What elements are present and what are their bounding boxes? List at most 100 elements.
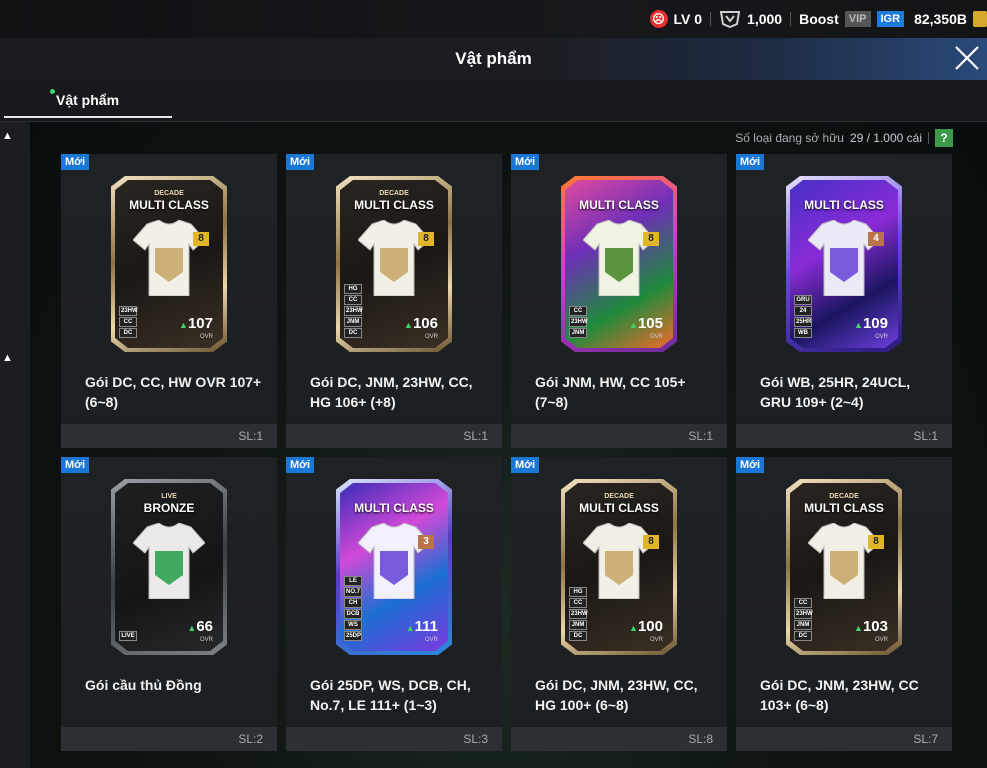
close-icon[interactable] xyxy=(951,42,983,74)
card-title: BRONZE xyxy=(143,501,195,515)
tab-active-indicator xyxy=(4,116,172,118)
new-badge: Mới xyxy=(286,154,315,170)
class-tag: GRU xyxy=(794,295,812,305)
ovr-value: ▲106 xyxy=(404,315,438,332)
pack-card: DECADE MULTI CLASS 8 CC 23HW JNM DC ▲103 OV… xyxy=(786,479,902,655)
pack-card: MULTI CLASS 3 LE NO.7 CH DCB WS 25DP ▲111 OVR xyxy=(336,479,452,655)
owned-counter: Số loại đang sở hữu 29 / 1.000 cái ? xyxy=(735,129,953,147)
class-tags: 23HW CC DC xyxy=(119,306,138,338)
item-name: Gói DC, JNM, 23HW, CC, HG 106+ (+8) xyxy=(310,374,473,410)
new-badge: Mới xyxy=(286,457,315,473)
class-tag: DC xyxy=(344,328,362,338)
pack-card-image: DECADE MULTI CLASS 8 HG CC 23HW JNM DC ▲100 … xyxy=(561,479,677,655)
owned-label: Số loại đang sở hữu xyxy=(735,131,844,145)
pack-card-image: DECADE MULTI CLASS 8 CC 23HW JNM DC ▲103 OV… xyxy=(786,479,902,655)
class-tag: DC xyxy=(569,631,587,641)
quantity-text: SL:1 xyxy=(913,429,938,443)
class-tag: 23HW xyxy=(569,609,588,619)
help-button[interactable]: ? xyxy=(935,129,953,147)
ovr-number: 100 xyxy=(637,618,663,635)
tab-items[interactable]: Vật phẩm xyxy=(4,80,172,118)
item-card[interactable]: Mới DECADE MULTI CLASS 8 CC 23HW JNM DC ▲10… xyxy=(736,457,952,751)
grade-badge xyxy=(193,535,209,549)
card-title: MULTI CLASS xyxy=(354,198,434,212)
item-card[interactable]: Mới DECADE MULTI CLASS 8 HG CC 23HW JNM DC ▲… xyxy=(286,154,502,448)
level-text: LV 0 xyxy=(673,11,703,27)
up-arrow-icon: ▲ xyxy=(854,623,863,633)
tab-label: Vật phẩm xyxy=(56,92,120,108)
item-card[interactable]: Mới DECADE MULTI CLASS 8 HG CC 23HW JNM DC ▲… xyxy=(511,457,727,751)
owned-count: 29 / 1.000 cái xyxy=(849,131,922,145)
quantity-text: SL:3 xyxy=(463,732,488,746)
item-card[interactable]: Mới MULTI CLASS 3 LE NO.7 CH DCB WS 25DP ▲111… xyxy=(286,457,502,751)
ovr-value: ▲111 xyxy=(406,618,438,635)
scroll-up-icon[interactable]: ▲ xyxy=(0,130,30,150)
item-card[interactable]: Mới DECADE MULTI CLASS 8 23HW CC DC ▲107 O… xyxy=(61,154,277,448)
card-subtitle: DECADE xyxy=(829,493,859,500)
grade-badge: 8 xyxy=(868,535,884,549)
item-name: Gói cầu thủ Đồng xyxy=(85,677,202,693)
quantity-bar: SL:1 xyxy=(511,424,727,448)
quantity-bar: SL:1 xyxy=(736,424,952,448)
card-title: MULTI CLASS xyxy=(804,198,884,212)
class-tag: WB xyxy=(794,328,812,338)
boost-label[interactable]: Boost xyxy=(799,11,839,27)
grade-badge: 8 xyxy=(643,232,659,246)
item-card[interactable]: Mới MULTI CLASS 8 CC 23HW JNM ▲105 OVR Gói… xyxy=(511,154,727,448)
item-card[interactable]: Mới LIVE BRONZE LIVE ▲66 OVR Gói cầu thủ… xyxy=(61,457,277,751)
new-badge: Mới xyxy=(511,457,540,473)
class-tag: NO.7 xyxy=(344,587,362,597)
class-tag: LE xyxy=(344,576,362,586)
class-tag: 25HR xyxy=(794,317,812,327)
rank-shield-icon xyxy=(719,11,741,28)
class-tag: DC xyxy=(119,328,137,338)
class-tag: 23HW xyxy=(569,317,588,327)
class-tag: CH xyxy=(344,598,362,608)
ovr-value: ▲107 xyxy=(179,315,213,332)
ovr-label: OVR xyxy=(874,637,888,643)
grade-badge: 8 xyxy=(643,535,659,549)
ovr-number: 109 xyxy=(862,315,888,332)
class-tags: CC 23HW JNM DC xyxy=(794,598,813,641)
class-tag: 23HW xyxy=(794,609,813,619)
class-tags: LIVE xyxy=(119,631,137,641)
quantity-text: SL:1 xyxy=(463,429,488,443)
quantity-text: SL:1 xyxy=(238,429,263,443)
ovr-label: OVR xyxy=(424,334,438,340)
pack-card: DECADE MULTI CLASS 8 23HW CC DC ▲107 OVR xyxy=(111,176,227,352)
class-tag: WS xyxy=(344,620,362,630)
ovr-label: OVR xyxy=(649,334,663,340)
class-tag: JNM xyxy=(569,328,587,338)
class-tag: CC xyxy=(569,598,587,608)
card-subtitle: DECADE xyxy=(379,190,409,197)
left-rail: ▲ ▲ xyxy=(0,122,30,768)
class-tags: LE NO.7 CH DCB WS 25DP xyxy=(344,576,362,641)
quantity-bar: SL:2 xyxy=(61,727,277,751)
card-title: MULTI CLASS xyxy=(804,501,884,515)
item-grid: Mới DECADE MULTI CLASS 8 23HW CC DC ▲107 O… xyxy=(61,154,953,751)
ovr-label: OVR xyxy=(199,637,213,643)
class-tag: DCB xyxy=(344,609,362,619)
card-subtitle: LIVE xyxy=(161,493,177,500)
class-tag: 23HW xyxy=(344,306,363,316)
quantity-text: SL:1 xyxy=(688,429,713,443)
class-tag: CC xyxy=(569,306,587,316)
pack-card-image: MULTI CLASS 3 LE NO.7 CH DCB WS 25DP ▲111 OVR xyxy=(336,479,452,655)
class-tag: 25DP xyxy=(344,631,362,641)
card-subtitle: DECADE xyxy=(604,493,634,500)
ovr-label: OVR xyxy=(199,334,213,340)
ovr-value: ▲100 xyxy=(629,618,663,635)
quantity-bar: SL:1 xyxy=(61,424,277,448)
class-tag: DC xyxy=(794,631,812,641)
item-card[interactable]: Mới MULTI CLASS 4 GRU 24 25HR WB ▲109 OVR G… xyxy=(736,154,952,448)
card-title: MULTI CLASS xyxy=(579,501,659,515)
scroll-up-icon[interactable]: ▲ xyxy=(0,352,30,372)
up-arrow-icon: ▲ xyxy=(629,320,638,330)
new-badge: Mới xyxy=(511,154,540,170)
item-name: Gói DC, CC, HW OVR 107+ (6~8) xyxy=(85,374,262,410)
divider xyxy=(790,12,792,26)
new-badge: Mới xyxy=(61,154,90,170)
igr-badge: IGR xyxy=(876,11,905,27)
vip-badge: VIP xyxy=(844,11,871,27)
ovr-number: 107 xyxy=(187,315,213,332)
